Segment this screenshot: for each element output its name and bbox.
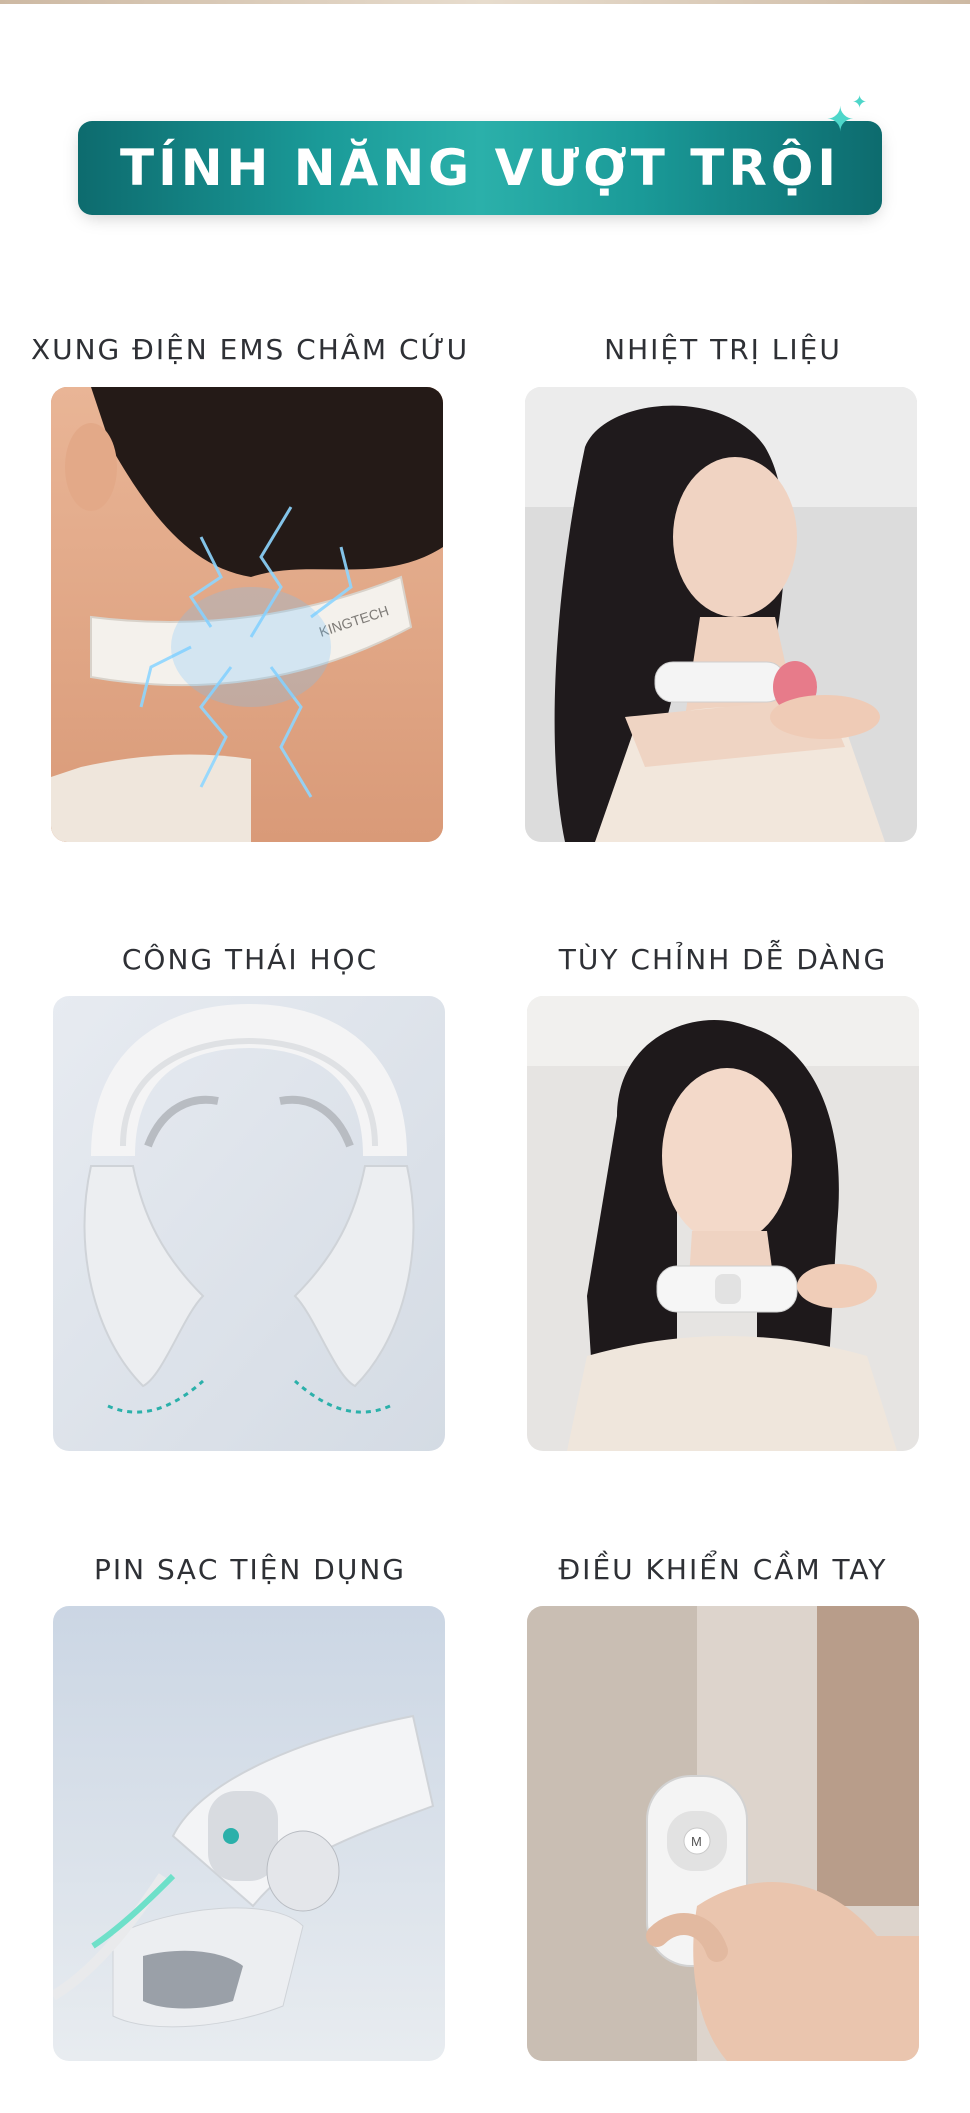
top-divider (0, 0, 970, 4)
sparkle-icon: ✦ (826, 101, 855, 139)
sparkle-icon: ✦ (852, 92, 868, 112)
feature-image-adjust (527, 996, 919, 1451)
feature-image-battery (53, 1606, 445, 2061)
section-title: TÍNH NĂNG VƯỢT TRỘI (119, 139, 841, 197)
svg-text:M: M (691, 1834, 702, 1849)
feature-label-ems: XUNG ĐIỆN EMS CHÂM CỨU (30, 333, 470, 366)
feature-image-remote: M (527, 1606, 919, 2061)
feature-label-adjust: TÙY CHỈNH DỄ DÀNG (558, 943, 888, 976)
feature-label-ergonomic: CÔNG THÁI HỌC (121, 943, 379, 976)
feature-label-battery: PIN SẠC TIỆN DỤNG (94, 1553, 406, 1586)
section-banner: TÍNH NĂNG VƯỢT TRỘI (78, 121, 882, 215)
feature-image-heat (525, 387, 917, 842)
feature-image-ergonomic (53, 996, 445, 1451)
feature-image-ems: KINGTECH (51, 387, 443, 842)
feature-label-remote: ĐIỀU KHIỂN CẦM TAY (558, 1553, 888, 1586)
feature-label-heat: NHIỆT TRỊ LIỆU (604, 333, 842, 366)
